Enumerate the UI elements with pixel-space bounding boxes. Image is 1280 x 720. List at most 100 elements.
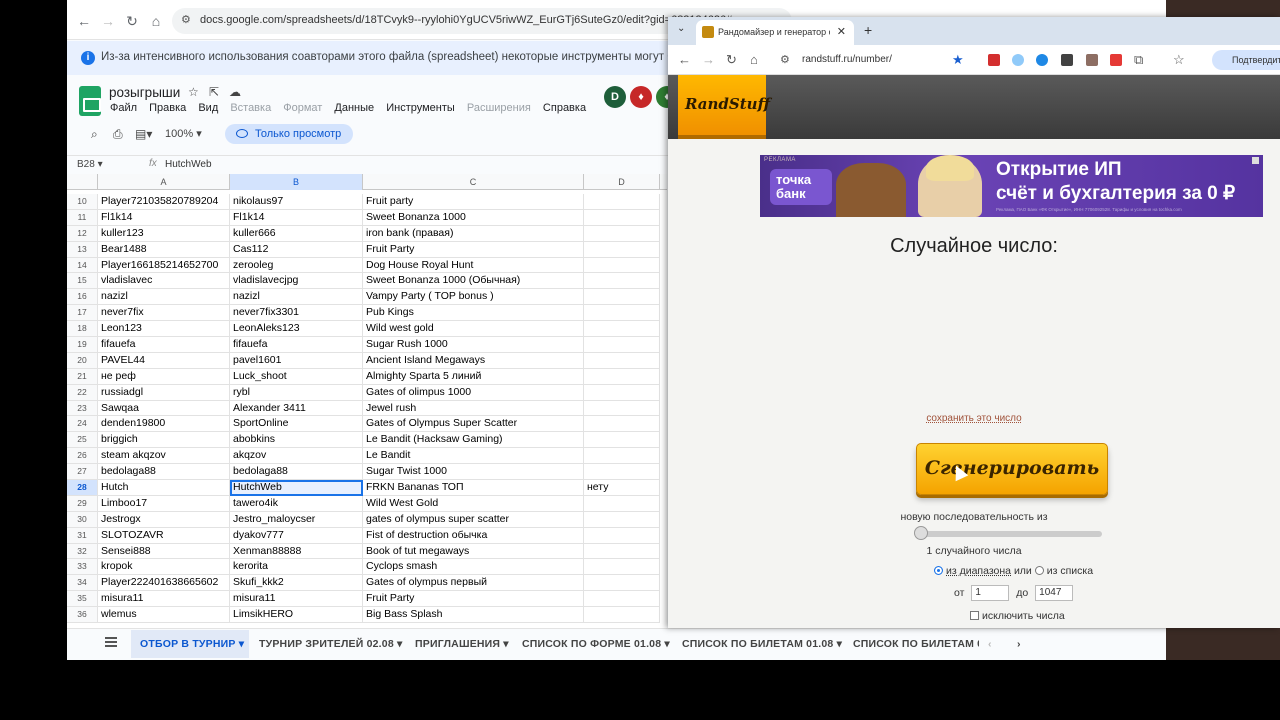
avatar[interactable]: D — [604, 86, 626, 108]
menu-tools[interactable]: Инструменты — [386, 102, 455, 114]
row-number[interactable]: 14 — [67, 257, 98, 274]
cell-a[interactable]: Sensei888 — [98, 543, 230, 560]
row-number[interactable]: 36 — [67, 607, 98, 624]
name-box[interactable]: B28 ▾ — [77, 159, 103, 170]
cell-a[interactable]: PAVEL44 — [98, 352, 230, 369]
cell-a[interactable]: Sawqaa — [98, 400, 230, 417]
list-radio[interactable] — [1034, 566, 1044, 575]
cell-c[interactable]: Sugar Twist 1000 — [363, 464, 584, 481]
cell-a[interactable]: steam akqzov — [98, 448, 230, 465]
cell-c[interactable]: Jewel rush — [363, 400, 584, 417]
cell-a[interactable]: Hutch — [98, 480, 230, 496]
cell-a[interactable]: kropok — [98, 559, 230, 576]
cell-c[interactable]: Gates of olimpus 1000 — [363, 384, 584, 401]
cell-a[interactable]: Leon123 — [98, 321, 230, 338]
tab-spisok-po-biletam[interactable]: СПИСОК ПО БИЛЕТАМ 01.08 ▾ — [682, 638, 842, 650]
row-number[interactable]: 29 — [67, 495, 98, 512]
row-number[interactable]: 34 — [67, 575, 98, 592]
menu-view[interactable]: Вид — [198, 102, 218, 114]
reload-icon[interactable]: ↻ — [726, 52, 737, 68]
sheets-logo-icon[interactable] — [79, 86, 101, 116]
extension-icon[interactable] — [1012, 54, 1024, 66]
back-icon[interactable]: ← — [678, 52, 691, 67]
cell-d[interactable] — [584, 543, 660, 560]
cell-b[interactable]: nikolaus97 — [230, 194, 363, 210]
row-number[interactable]: 19 — [67, 337, 98, 353]
star-icon[interactable]: ☆ — [188, 85, 199, 99]
cell-d[interactable] — [584, 352, 660, 369]
home-icon[interactable]: ⌂ — [147, 12, 165, 30]
row-number[interactable]: 12 — [67, 225, 98, 242]
cell-c[interactable]: Le Bandit — [363, 448, 584, 465]
gmail-icon[interactable] — [1110, 54, 1122, 66]
tab-spisok-po-biletam-2[interactable]: СПИСОК ПО БИЛЕТАМ 0: — [853, 638, 979, 650]
cell-c[interactable]: iron bank (правая) — [363, 225, 584, 242]
row-number[interactable]: 13 — [67, 241, 98, 258]
cell-c[interactable]: Book of tut megaways — [363, 543, 584, 560]
cell-a[interactable]: briggich — [98, 432, 230, 449]
cell-d[interactable] — [584, 416, 660, 433]
count-slider[interactable] — [920, 531, 1102, 537]
list-radio-label[interactable]: из списка — [1047, 565, 1093, 577]
cell-c[interactable]: Big Bass Splash — [363, 607, 584, 624]
row-number[interactable]: 22 — [67, 384, 98, 401]
cell-a[interactable]: Player721035820789204 — [98, 194, 230, 210]
cell-c[interactable]: Gates of Olympus Super Scatter — [363, 416, 584, 433]
cell-a[interactable]: wlemus — [98, 607, 230, 624]
cell-c[interactable]: FRKN Bananas ТОП — [363, 480, 584, 496]
menu-edit[interactable]: Правка — [149, 102, 186, 114]
cell-d[interactable] — [584, 591, 660, 608]
cell-d[interactable] — [584, 400, 660, 417]
cell-b[interactable]: tawero4ik — [230, 495, 363, 512]
cell-d[interactable] — [584, 257, 660, 274]
cell-a[interactable]: never7fix — [98, 305, 230, 322]
cell-c[interactable]: Pub Kings — [363, 305, 584, 322]
bookmark-star-icon[interactable]: ★ — [952, 52, 964, 68]
cell-b[interactable]: Alexander 3411 — [230, 400, 363, 417]
search-icon[interactable]: ⌕ — [91, 127, 98, 142]
tab-turnir-zriteley[interactable]: ТУРНИР ЗРИТЕЛЕЙ 02.08 ▾ — [259, 638, 402, 650]
cell-d[interactable] — [584, 575, 660, 592]
cell-c[interactable]: Sugar Rush 1000 — [363, 337, 584, 353]
formula-input[interactable]: HutchWeb — [165, 159, 212, 170]
cell-c[interactable]: Fruit party — [363, 194, 584, 210]
cell-a[interactable]: Limboo17 — [98, 495, 230, 512]
cell-b[interactable]: dyakov777 — [230, 527, 363, 544]
row-number[interactable]: 33 — [67, 559, 98, 576]
row-number[interactable]: 24 — [67, 416, 98, 433]
cell-c[interactable]: Almighty Sparta 5 линий — [363, 368, 584, 385]
cell-d[interactable] — [584, 305, 660, 322]
cell-d[interactable] — [584, 511, 660, 528]
row-number[interactable]: 21 — [67, 368, 98, 385]
tab-priglasheniya[interactable]: ПРИГЛАШЕНИЯ ▾ — [415, 638, 509, 650]
row-number[interactable]: 10 — [67, 194, 98, 210]
zoom-select[interactable]: 100% ▾ — [165, 127, 202, 140]
cell-c[interactable]: Cyclops smash — [363, 559, 584, 576]
view-only-button[interactable]: Только просмотр — [225, 124, 353, 144]
cell-b[interactable]: kuller666 — [230, 225, 363, 242]
cell-a[interactable]: Player222401638665602 — [98, 575, 230, 592]
extensions-icon[interactable]: ⧉ — [1134, 52, 1143, 68]
row-number[interactable]: 18 — [67, 321, 98, 338]
exclude-label[interactable]: исключить числа — [982, 610, 1065, 622]
cell-b[interactable]: fifauefa — [230, 337, 363, 353]
tab-search-icon[interactable]: ⌄ — [677, 23, 685, 34]
cell-a[interactable]: kuller123 — [98, 225, 230, 242]
cell-d[interactable]: нету — [584, 480, 660, 496]
cell-c[interactable]: Fruit Party — [363, 591, 584, 608]
profile-button[interactable]: Подтвердите — [1212, 50, 1280, 70]
cell-a[interactable]: Fl1k14 — [98, 209, 230, 226]
cell-d[interactable] — [584, 209, 660, 226]
save-number-link[interactable]: сохранить это число — [668, 413, 1280, 424]
menu-data[interactable]: Данные — [334, 102, 374, 114]
row-number[interactable]: 20 — [67, 352, 98, 369]
to-input[interactable]: 1047 — [1035, 585, 1074, 601]
row-number[interactable]: 16 — [67, 289, 98, 306]
column-header-d[interactable]: D — [584, 174, 660, 190]
row-number[interactable]: 11 — [67, 209, 98, 226]
generate-button[interactable]: Сгенерировать — [916, 443, 1108, 495]
cell-b[interactable]: Fl1k14 — [230, 209, 363, 226]
cell-d[interactable] — [584, 432, 660, 449]
cell-c[interactable]: Dog House Royal Hunt — [363, 257, 584, 274]
cell-b[interactable]: zerooleg — [230, 257, 363, 274]
